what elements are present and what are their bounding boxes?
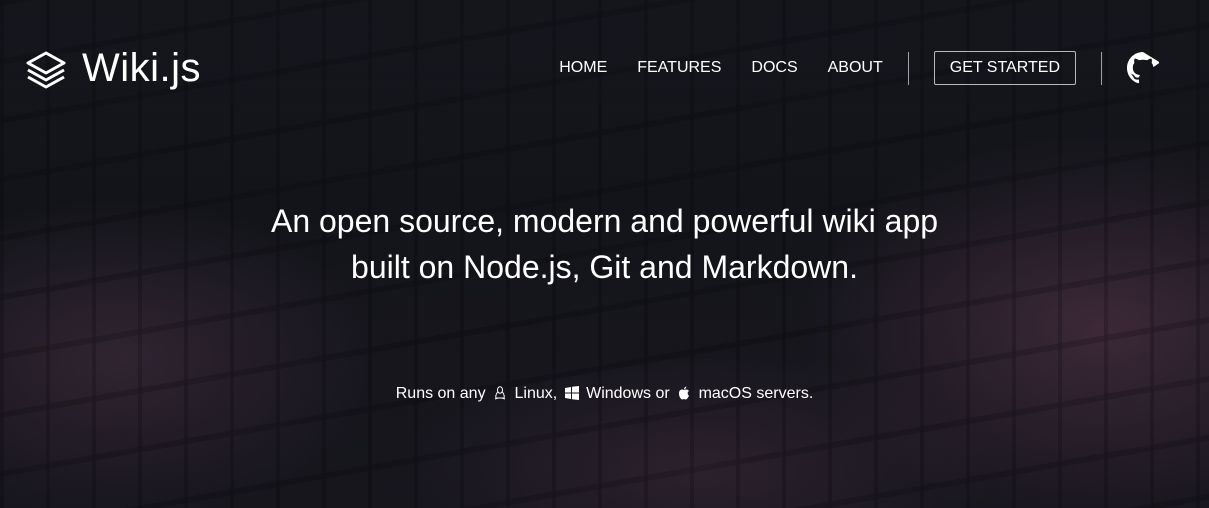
get-started-button[interactable]: GET STARTED: [933, 51, 1076, 85]
platforms-text: Runs on any Linux, Windows or macOS serv…: [395, 385, 814, 402]
nav-docs[interactable]: DOCS: [751, 59, 797, 77]
hero-section: Wiki.js HOME FEATURES DOCS ABOUT GET STA…: [0, 0, 1209, 508]
hero-tagline: An open source, modern and powerful wiki…: [270, 203, 939, 285]
logo[interactable]: Wiki.js: [24, 46, 201, 91]
divider: [1101, 51, 1102, 85]
top-nav: Wiki.js HOME FEATURES DOCS ABOUT GET STA…: [0, 0, 1209, 136]
windows-icon: [564, 386, 579, 400]
divider: [907, 51, 909, 85]
brand-name: Wiki.js: [82, 46, 202, 90]
layers-icon: [26, 51, 66, 88]
nav-menu: HOME FEATURES DOCS ABOUT GET STARTED: [559, 51, 1209, 85]
linux-icon: [494, 386, 506, 400]
nav-features[interactable]: FEATURES: [637, 59, 721, 77]
github-icon[interactable]: [1127, 52, 1159, 84]
nav-about[interactable]: ABOUT: [828, 59, 883, 77]
nav-home[interactable]: HOME: [559, 59, 607, 77]
apple-icon: [679, 386, 690, 400]
